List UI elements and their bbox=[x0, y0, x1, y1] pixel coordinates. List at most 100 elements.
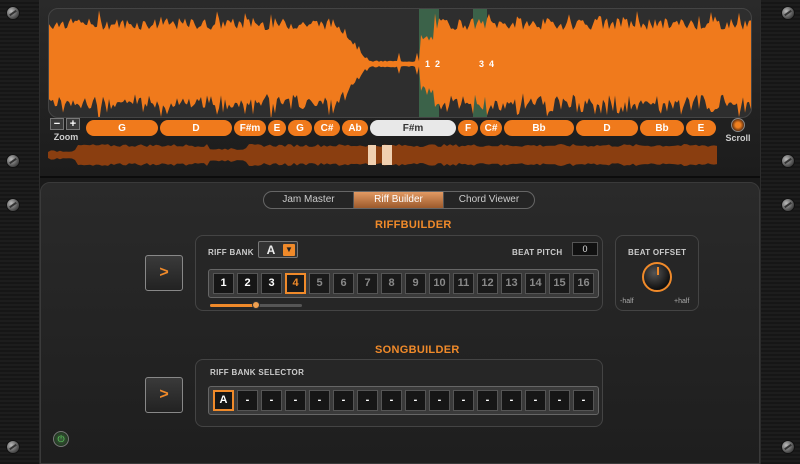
song-slot[interactable]: - bbox=[285, 390, 306, 411]
riff-builder-unit: Jam Master Riff Builder Chord Viewer RIF… bbox=[40, 182, 760, 464]
song-slot[interactable]: - bbox=[477, 390, 498, 411]
waveform-display[interactable]: 1 2 3 4 bbox=[48, 8, 752, 118]
zoom-out-button[interactable]: − bbox=[50, 118, 64, 130]
chord-strip: G D F#m E G C# Ab F#m F C# Bb D Bb E bbox=[86, 120, 716, 136]
slider-fill bbox=[210, 304, 256, 307]
riff-slot[interactable]: 8 bbox=[381, 273, 402, 294]
zoom-in-button[interactable]: + bbox=[66, 118, 80, 130]
waveform-unit: 1 2 3 4 − + Zoom G D F#m E G C# Ab F#m F C# Bb D Bb E… bbox=[40, 0, 760, 178]
riff-slot[interactable]: 7 bbox=[357, 273, 378, 294]
song-slot[interactable]: - bbox=[573, 390, 594, 411]
overview-viewport bbox=[382, 145, 392, 165]
scroll-knob-icon[interactable] bbox=[731, 118, 745, 132]
song-slot[interactable]: - bbox=[357, 390, 378, 411]
riff-slot[interactable]: 3 bbox=[261, 273, 282, 294]
chord-pill[interactable]: F bbox=[458, 120, 478, 136]
song-slot[interactable]: - bbox=[429, 390, 450, 411]
song-slot[interactable]: - bbox=[261, 390, 282, 411]
riff-slot[interactable]: 6 bbox=[333, 273, 354, 294]
riff-slot[interactable]: 12 bbox=[477, 273, 498, 294]
chord-row: − + Zoom G D F#m E G C# Ab F#m F C# Bb D Bb E Scroll bbox=[48, 118, 752, 143]
song-slot[interactable]: - bbox=[309, 390, 330, 411]
beat-offset-label: BEAT OFFSET bbox=[628, 248, 687, 257]
zoom-control: − + Zoom bbox=[50, 118, 82, 142]
chord-pill[interactable]: C# bbox=[480, 120, 502, 136]
riff-play-button[interactable]: > bbox=[145, 255, 183, 291]
chord-pill[interactable]: Ab bbox=[342, 120, 368, 136]
tab-jam-master[interactable]: Jam Master bbox=[264, 192, 354, 208]
song-slot[interactable]: - bbox=[549, 390, 570, 411]
beat-offset-knob[interactable] bbox=[642, 262, 672, 292]
loop-marker-2[interactable]: 2 bbox=[435, 59, 440, 69]
riff-slot[interactable]: 10 bbox=[429, 273, 450, 294]
riff-slot[interactable]: 13 bbox=[501, 273, 522, 294]
song-slot[interactable]: A bbox=[213, 390, 234, 411]
song-slot[interactable]: - bbox=[237, 390, 258, 411]
tab-chord-viewer[interactable]: Chord Viewer bbox=[444, 192, 534, 208]
slider-thumb[interactable] bbox=[252, 301, 260, 309]
riff-slot[interactable]: 14 bbox=[525, 273, 546, 294]
waveform-shape bbox=[49, 10, 751, 117]
riff-slider[interactable] bbox=[210, 301, 302, 309]
loop-marker-3[interactable]: 3 bbox=[479, 59, 484, 69]
chord-pill[interactable]: G bbox=[86, 120, 158, 136]
chord-pill[interactable]: E bbox=[686, 120, 716, 136]
chord-pill[interactable]: Bb bbox=[640, 120, 684, 136]
riff-slot[interactable]: 5 bbox=[309, 273, 330, 294]
riff-bank-value: A bbox=[266, 242, 276, 257]
riff-slot[interactable]: 4 bbox=[285, 273, 306, 294]
screw-icon bbox=[6, 198, 20, 212]
loop-marker-4[interactable]: 4 bbox=[489, 59, 494, 69]
song-slot[interactable]: - bbox=[525, 390, 546, 411]
riff-slot[interactable]: 2 bbox=[237, 273, 258, 294]
zoom-label: Zoom bbox=[53, 132, 79, 142]
beat-offset-panel: BEAT OFFSET -half +half bbox=[615, 235, 699, 311]
song-play-button[interactable]: > bbox=[145, 377, 183, 413]
song-slot-row: A--------------- bbox=[208, 386, 599, 415]
riff-bank-select[interactable]: A ▼ bbox=[258, 241, 298, 258]
screw-icon bbox=[6, 440, 20, 454]
chord-pill[interactable]: Bb bbox=[504, 120, 574, 136]
screw-icon bbox=[781, 154, 795, 168]
song-bank-panel: RIFF BANK SELECTOR A--------------- bbox=[195, 359, 603, 427]
riff-bank-label: RIFF BANK bbox=[208, 248, 254, 257]
knob-max-label: +half bbox=[674, 298, 690, 305]
screw-icon bbox=[6, 154, 20, 168]
tab-riff-builder[interactable]: Riff Builder bbox=[354, 192, 444, 208]
beat-pitch-field[interactable]: 0 bbox=[572, 242, 598, 256]
song-slot[interactable]: - bbox=[405, 390, 426, 411]
chord-pill[interactable]: F#m bbox=[370, 120, 456, 136]
chord-pill[interactable]: C# bbox=[314, 120, 340, 136]
waveform-graph[interactable] bbox=[49, 9, 752, 118]
riff-slot[interactable]: 9 bbox=[405, 273, 426, 294]
power-icon[interactable]: ⏻ bbox=[53, 431, 69, 447]
riff-slot[interactable]: 1 bbox=[213, 273, 234, 294]
loop-marker-1[interactable]: 1 bbox=[425, 59, 430, 69]
riff-slot-row: 1 2 3 4 5 6 7 8 9 10 11 12 13 14 15 16 bbox=[208, 269, 599, 298]
screw-icon bbox=[781, 440, 795, 454]
knob-indicator-icon bbox=[657, 267, 659, 275]
chord-pill[interactable]: E bbox=[268, 120, 286, 136]
dropdown-arrow-icon[interactable]: ▼ bbox=[283, 243, 295, 256]
overview-viewport bbox=[368, 145, 376, 165]
songbuilder-title: SONGBUILDER bbox=[375, 344, 460, 356]
song-slot[interactable]: - bbox=[381, 390, 402, 411]
song-slot[interactable]: - bbox=[501, 390, 522, 411]
screw-icon bbox=[6, 6, 20, 20]
chord-pill[interactable]: D bbox=[576, 120, 638, 136]
chord-pill[interactable]: D bbox=[160, 120, 232, 136]
right-rack-rail bbox=[760, 0, 800, 464]
beat-pitch-label: BEAT PITCH bbox=[512, 248, 563, 257]
scroll-label: Scroll bbox=[725, 133, 751, 143]
riff-slot[interactable]: 16 bbox=[573, 273, 594, 294]
song-slot[interactable]: - bbox=[333, 390, 354, 411]
overview-graph[interactable] bbox=[48, 143, 752, 167]
chord-pill[interactable]: G bbox=[288, 120, 312, 136]
knob-min-label: -half bbox=[620, 298, 634, 305]
riff-bank-panel: RIFF BANK A ▼ BEAT PITCH 0 1 2 3 4 5 6 7 8 9 10 11… bbox=[195, 235, 603, 311]
riff-slot[interactable]: 11 bbox=[453, 273, 474, 294]
song-slot[interactable]: - bbox=[453, 390, 474, 411]
waveform-overview[interactable] bbox=[48, 143, 752, 167]
chord-pill[interactable]: F#m bbox=[234, 120, 266, 136]
riff-slot[interactable]: 15 bbox=[549, 273, 570, 294]
